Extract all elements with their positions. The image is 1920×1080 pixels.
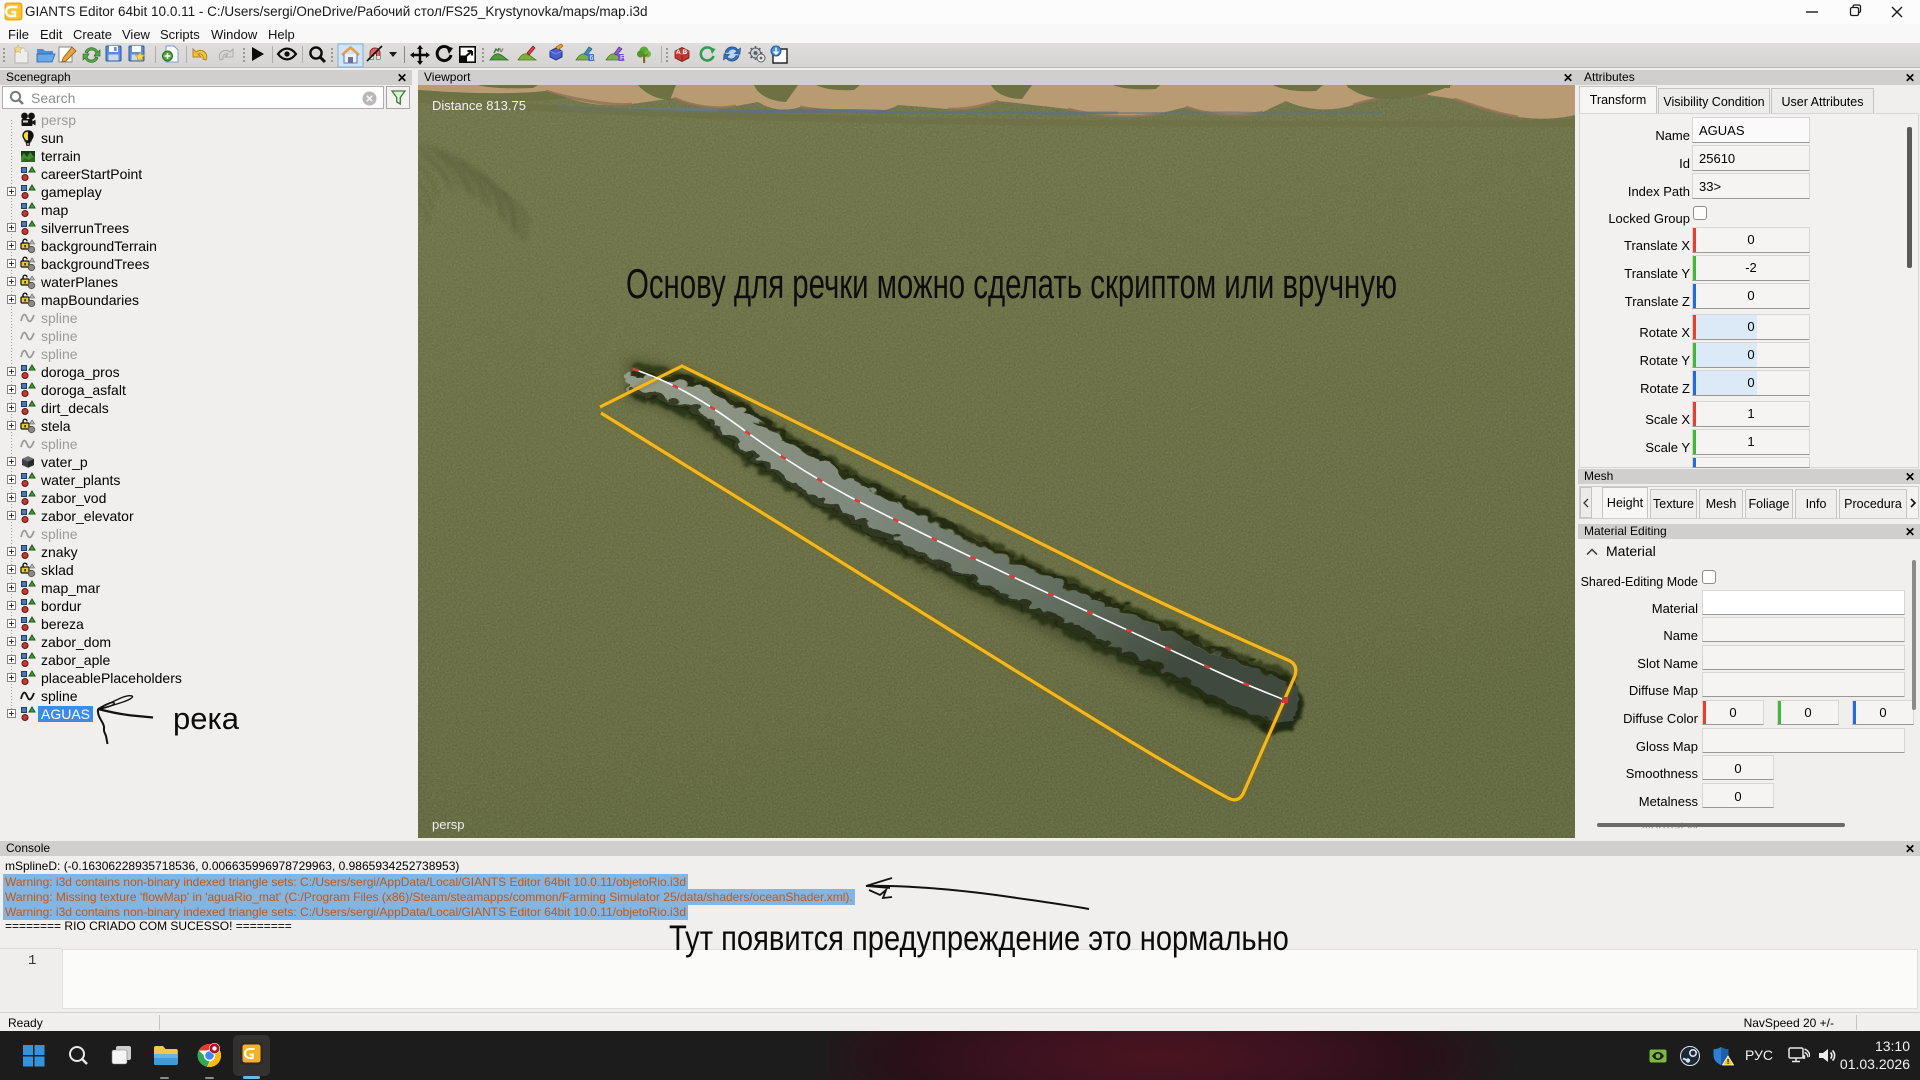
svg-text:persp: persp <box>432 817 465 832</box>
svg-text:A: A <box>676 49 681 56</box>
svg-text:B: B <box>683 49 688 56</box>
svg-text:6: 6 <box>590 55 594 62</box>
svg-text:Distance 813.75: Distance 813.75 <box>432 98 526 113</box>
svg-text:F: F <box>620 55 624 62</box>
svg-text:Основу для речки можно сделать: Основу для речки можно сделать скриптом … <box>626 260 1397 307</box>
